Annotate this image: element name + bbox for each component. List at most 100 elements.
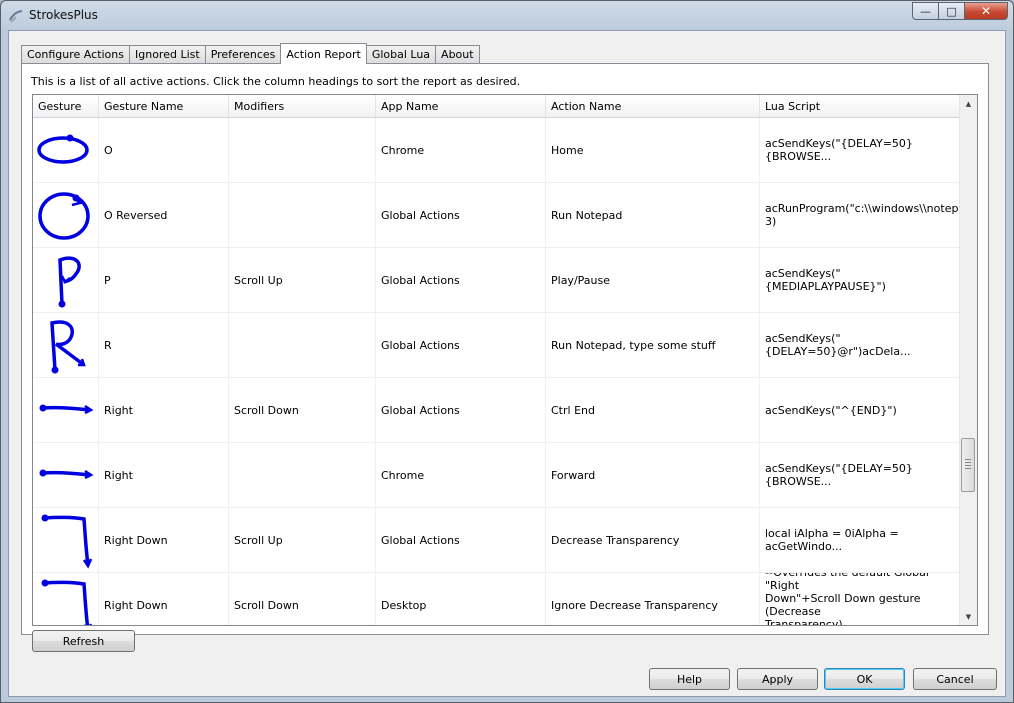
vertical-scrollbar[interactable]: ▲ ▼: [959, 95, 977, 625]
dialog-client-area: Configure Actions Ignored List Preferenc…: [8, 30, 1006, 697]
window-title: StrokesPlus: [29, 8, 98, 22]
table-row[interactable]: R Global Actions Run Notepad, type some …: [33, 313, 966, 378]
minimize-button[interactable]: —: [912, 2, 938, 20]
app-icon: [9, 10, 23, 23]
app-name-cell: Chrome: [376, 443, 546, 507]
right-down-stroke-icon: [41, 514, 92, 569]
o-reversed-stroke-icon: [37, 192, 90, 240]
column-header-gesture[interactable]: Gesture: [33, 95, 99, 117]
gesture-name-cell: Right Down: [99, 573, 229, 625]
modifiers-cell: [229, 443, 376, 507]
tab-configure-actions[interactable]: Configure Actions: [21, 45, 130, 63]
gesture-cell: [33, 183, 99, 247]
gesture-cell: [33, 313, 99, 377]
right-down-stroke-icon: [41, 579, 92, 625]
table-row[interactable]: Right Down Scroll Up Global Actions Decr…: [33, 508, 966, 573]
tab-global-lua[interactable]: Global Lua: [365, 45, 437, 63]
modifiers-cell: [229, 183, 376, 247]
table-row[interactable]: O Chrome Home acSendKeys("{DELAY=50}{BRO…: [33, 118, 966, 183]
modifiers-cell: Scroll Up: [229, 248, 376, 312]
table-row[interactable]: P Scroll Up Global Actions Play/Pause ac…: [33, 248, 966, 313]
app-name-cell: Global Actions: [376, 248, 546, 312]
action-name-cell: Decrease Transparency: [546, 508, 760, 572]
scrollbar-thumb[interactable]: [961, 438, 975, 492]
gesture-cell: [33, 443, 99, 507]
apply-button[interactable]: Apply: [737, 668, 818, 690]
action-name-cell: Run Notepad: [546, 183, 760, 247]
grid-header: Gesture Gesture Name Modifiers App Name …: [33, 95, 966, 118]
cancel-button[interactable]: Cancel: [913, 668, 997, 690]
app-name-cell: Global Actions: [376, 378, 546, 442]
app-name-cell: Global Actions: [376, 508, 546, 572]
help-button[interactable]: Help: [649, 668, 730, 690]
p-stroke-icon: [57, 256, 81, 308]
right-stroke-icon: [39, 469, 93, 480]
report-description: This is a list of all active actions. Cl…: [31, 75, 521, 88]
gesture-name-cell: R: [99, 313, 229, 377]
ok-button[interactable]: OK: [824, 668, 905, 690]
action-name-cell: Play/Pause: [546, 248, 760, 312]
tab-preferences[interactable]: Preferences: [204, 45, 282, 63]
o-stroke-icon: [36, 134, 89, 164]
app-name-cell: Desktop: [376, 573, 546, 625]
maximize-icon: □: [946, 4, 957, 18]
close-button[interactable]: ✕: [964, 2, 1008, 20]
modifiers-cell: [229, 313, 376, 377]
lua-script-cell: --Overrides the default Global "Right Do…: [760, 573, 966, 625]
gesture-cell: [33, 573, 99, 625]
gesture-cell: [33, 248, 99, 312]
tab-action-report[interactable]: Action Report: [280, 43, 367, 64]
gesture-name-cell: Right: [99, 378, 229, 442]
modifiers-cell: Scroll Up: [229, 508, 376, 572]
refresh-button[interactable]: Refresh: [32, 630, 135, 652]
strokesplus-window: StrokesPlus — □ ✕ Configure Actions Igno…: [0, 0, 1014, 703]
gesture-name-cell: O: [99, 118, 229, 182]
tab-about[interactable]: About: [435, 45, 480, 63]
lua-script-cell: acSendKeys("{DELAY=50}{BROWSE...: [760, 443, 966, 507]
column-header-lua-script[interactable]: Lua Script: [760, 95, 966, 117]
app-name-cell: Chrome: [376, 118, 546, 182]
action-name-cell: Run Notepad, type some stuff: [546, 313, 760, 377]
action-name-cell: Ignore Decrease Transparency: [546, 573, 760, 625]
action-report-grid[interactable]: Gesture Gesture Name Modifiers App Name …: [32, 94, 978, 626]
scroll-down-arrow-icon: ▼: [965, 612, 972, 621]
action-report-panel: This is a list of all active actions. Cl…: [21, 63, 989, 635]
modifiers-cell: Scroll Down: [229, 378, 376, 442]
gesture-cell: [33, 378, 99, 442]
lua-script-cell: acSendKeys("^{END}"): [760, 378, 966, 442]
scroll-up-arrow-icon: ▲: [965, 99, 972, 108]
caption-buttons: — □ ✕: [912, 2, 1008, 20]
maximize-button[interactable]: □: [938, 2, 964, 20]
gesture-cell: [33, 508, 99, 572]
action-name-cell: Forward: [546, 443, 760, 507]
scroll-up-button[interactable]: ▲: [960, 95, 977, 112]
tab-ignored-list[interactable]: Ignored List: [129, 45, 206, 63]
title-bar[interactable]: StrokesPlus — □ ✕: [1, 1, 1013, 29]
action-name-cell: Ctrl End: [546, 378, 760, 442]
table-row[interactable]: Right Down Scroll Down Desktop Ignore De…: [33, 573, 966, 625]
right-stroke-icon: [39, 404, 93, 415]
column-header-app-name[interactable]: App Name: [376, 95, 546, 117]
lua-script-cell: acRunProgram("c:\\windows\\notepa... 3): [760, 183, 966, 247]
action-name-cell: Home: [546, 118, 760, 182]
scroll-down-button[interactable]: ▼: [960, 608, 977, 625]
app-name-cell: Global Actions: [376, 313, 546, 377]
lua-script-cell: local iAlpha = 0iAlpha = acGetWindo...: [760, 508, 966, 572]
gesture-name-cell: O Reversed: [99, 183, 229, 247]
close-icon: ✕: [980, 4, 992, 18]
grid-rows: O Chrome Home acSendKeys("{DELAY=50}{BRO…: [33, 118, 966, 625]
gesture-name-cell: Right Down: [99, 508, 229, 572]
table-row[interactable]: O Reversed Global Actions Run Notepad ac…: [33, 183, 966, 248]
minimize-icon: —: [920, 4, 931, 18]
column-header-action-name[interactable]: Action Name: [546, 95, 760, 117]
lua-script-cell: acSendKeys("{DELAY=50}@r")acDela...: [760, 313, 966, 377]
modifiers-cell: Scroll Down: [229, 573, 376, 625]
tab-strip: Configure Actions Ignored List Preferenc…: [21, 43, 480, 64]
gesture-cell: [33, 118, 99, 182]
table-row[interactable]: Right Scroll Down Global Actions Ctrl En…: [33, 378, 966, 443]
table-row[interactable]: Right Chrome Forward acSendKeys("{DELAY=…: [33, 443, 966, 508]
lua-script-cell: acSendKeys("{MEDIAPLAYPAUSE}"): [760, 248, 966, 312]
modifiers-cell: [229, 118, 376, 182]
column-header-gesture-name[interactable]: Gesture Name: [99, 95, 229, 117]
column-header-modifiers[interactable]: Modifiers: [229, 95, 376, 117]
